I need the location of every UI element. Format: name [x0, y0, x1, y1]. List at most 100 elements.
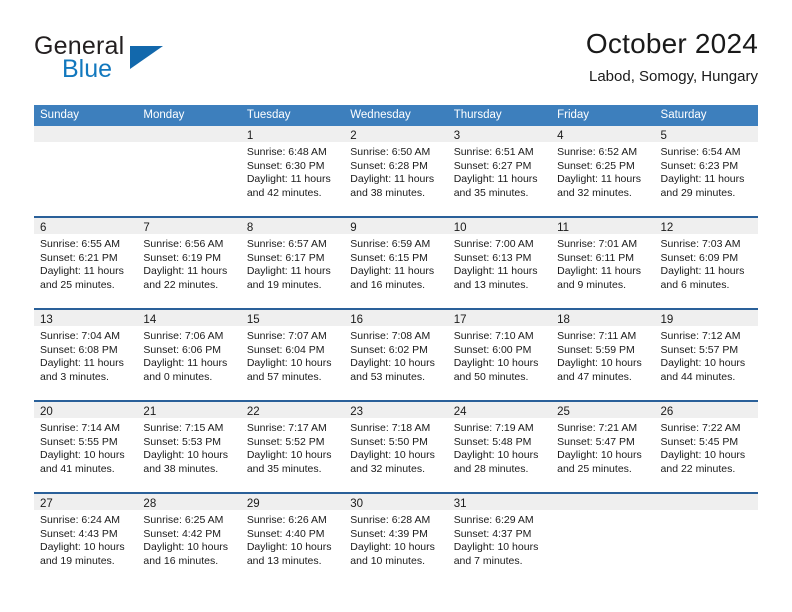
daylight-text-line2: and 9 minutes. — [557, 278, 626, 291]
day-number: 23 — [350, 406, 364, 418]
day-details: Sunrise: 7:08 AM Sunset: 6:02 PM Daylight:… — [344, 326, 447, 384]
daylight-text-line1: Daylight: 10 hours — [350, 449, 435, 461]
day-number-band: 4 — [551, 126, 655, 142]
calendar-day-cell[interactable]: 10 Sunrise: 7:00 AM Sunset: 6:13 PM Dayligh… — [447, 218, 552, 308]
calendar-day-cell[interactable]: 3 Sunrise: 6:51 AM Sunset: 6:27 PM Daylight… — [447, 126, 552, 216]
calendar-day-cell[interactable]: 31 Sunrise: 6:29 AM Sunset: 4:37 PM Dayligh… — [447, 494, 552, 584]
day-details: Sunrise: 6:50 AM Sunset: 6:28 PM Daylight:… — [344, 142, 447, 200]
day-number-band: 22 — [240, 402, 345, 418]
daylight-text-line2: and 16 minutes. — [350, 278, 425, 291]
daylight-text-line2: and 35 minutes. — [453, 186, 529, 199]
daylight-text-line2: and 6 minutes. — [660, 278, 730, 291]
calendar-day-cell[interactable]: 2 Sunrise: 6:50 AM Sunset: 6:28 PM Daylight… — [344, 126, 448, 216]
calendar-day-cell[interactable]: 17 Sunrise: 7:10 AM Sunset: 6:00 PM Dayligh… — [447, 310, 552, 400]
calendar-day-cell[interactable]: 28 Sunrise: 6:25 AM Sunset: 4:42 PM Dayligh… — [137, 494, 241, 584]
day-number-band: 23 — [344, 402, 448, 418]
day-number-band: 7 — [137, 218, 241, 234]
daylight-text-line1: Daylight: 11 hours — [350, 265, 435, 277]
daylight-text-line1: Daylight: 10 hours — [557, 449, 642, 461]
calendar-day-cell[interactable]: 11 Sunrise: 7:01 AM Sunset: 6:11 PM Dayligh… — [551, 218, 655, 308]
daylight-text-line2: and 32 minutes. — [557, 186, 632, 199]
calendar-day-cell[interactable]: 8 Sunrise: 6:57 AM Sunset: 6:17 PM Daylight… — [240, 218, 345, 308]
sunset-text: Sunset: 6:30 PM — [246, 159, 325, 172]
calendar-day-cell[interactable]: 1 Sunrise: 6:48 AM Sunset: 6:30 PM Daylight… — [240, 126, 345, 216]
daylight-text-line2: and 29 minutes. — [660, 186, 736, 199]
daylight-text-line2: and 25 minutes. — [40, 278, 115, 291]
sunset-text: Sunset: 6:27 PM — [453, 159, 532, 172]
day-details: Sunrise: 6:26 AM Sunset: 4:40 PM Daylight:… — [241, 510, 344, 568]
weekday-header-row: Sunday Monday Tuesday Wednesday Thursday… — [34, 105, 758, 126]
day-number-band: 24 — [447, 402, 552, 418]
daylight-text-line1: Daylight: 10 hours — [143, 449, 229, 461]
daylight-text-line1: Daylight: 10 hours — [246, 357, 332, 369]
day-number: 30 — [350, 498, 364, 510]
day-number: 19 — [660, 314, 674, 326]
general-blue-logo[interactable]: General Blue — [34, 34, 204, 94]
calendar-day-cell[interactable]: 18 Sunrise: 7:11 AM Sunset: 5:59 PM Dayligh… — [551, 310, 655, 400]
calendar-day-cell[interactable]: 21 Sunrise: 7:15 AM Sunset: 5:53 PM Dayligh… — [137, 402, 241, 492]
daylight-text-line2: and 25 minutes. — [557, 462, 632, 475]
calendar-day-cell[interactable]: 12 Sunrise: 7:03 AM Sunset: 6:09 PM Dayligh… — [654, 218, 758, 308]
calendar-day-cell[interactable]: 20 Sunrise: 7:14 AM Sunset: 5:55 PM Dayligh… — [34, 402, 138, 492]
sunrise-text: Sunrise: 7:07 AM — [246, 330, 327, 342]
sunrise-text: Sunrise: 7:15 AM — [143, 422, 224, 434]
calendar-day-cell[interactable]: 29 Sunrise: 6:26 AM Sunset: 4:40 PM Dayligh… — [240, 494, 345, 584]
weekday-monday: Monday — [143, 109, 185, 121]
daylight-text-line1: Daylight: 11 hours — [40, 357, 124, 369]
sunrise-text: Sunrise: 7:11 AM — [557, 330, 637, 342]
daylight-text-line1: Daylight: 10 hours — [453, 449, 539, 461]
sunrise-text: Sunrise: 7:03 AM — [660, 238, 741, 250]
sunrise-text: Sunrise: 7:10 AM — [453, 330, 534, 342]
daylight-text-line2: and 38 minutes. — [350, 186, 425, 199]
calendar-day-cell[interactable]: 14 Sunrise: 7:06 AM Sunset: 6:06 PM Dayligh… — [137, 310, 241, 400]
sunrise-text: Sunrise: 7:14 AM — [40, 422, 120, 434]
calendar-day-cell[interactable]: 24 Sunrise: 7:19 AM Sunset: 5:48 PM Dayligh… — [447, 402, 552, 492]
calendar-day-cell[interactable]: 4 Sunrise: 6:52 AM Sunset: 6:25 PM Daylight… — [551, 126, 655, 216]
sunrise-text: Sunrise: 6:28 AM — [350, 514, 431, 526]
calendar-day-cell[interactable]: 9 Sunrise: 6:59 AM Sunset: 6:15 PM Daylight… — [344, 218, 448, 308]
calendar-day-cell[interactable]: 26 Sunrise: 7:22 AM Sunset: 5:45 PM Dayligh… — [654, 402, 758, 492]
day-number-band: 19 — [654, 310, 758, 326]
sunrise-text: Sunrise: 6:54 AM — [660, 146, 741, 158]
calendar-day-cell[interactable]: 5 Sunrise: 6:54 AM Sunset: 6:23 PM Daylight… — [654, 126, 758, 216]
daylight-text-line2: and 53 minutes. — [350, 370, 425, 383]
sunset-text: Sunset: 6:09 PM — [660, 251, 739, 264]
sunrise-text: Sunrise: 6:56 AM — [143, 238, 224, 250]
day-number: 28 — [143, 498, 157, 510]
sunrise-text: Sunrise: 7:00 AM — [453, 238, 534, 250]
sunset-text: Sunset: 5:50 PM — [350, 435, 428, 448]
day-details: Sunrise: 7:11 AM Sunset: 5:59 PM Daylight:… — [551, 326, 654, 384]
day-number: 20 — [40, 406, 53, 418]
calendar-day-cell[interactable]: 19 Sunrise: 7:12 AM Sunset: 5:57 PM Dayligh… — [654, 310, 758, 400]
daylight-text-line1: Daylight: 10 hours — [453, 357, 539, 369]
title-block: October 2024 Labod, Somogy, Hungary — [586, 28, 758, 85]
calendar-day-cell[interactable]: 16 Sunrise: 7:08 AM Sunset: 6:02 PM Dayligh… — [344, 310, 448, 400]
day-number: 1 — [246, 130, 254, 142]
day-details: Sunrise: 7:06 AM Sunset: 6:06 PM Daylight:… — [137, 326, 240, 384]
calendar-day-cell[interactable]: 27 Sunrise: 6:24 AM Sunset: 4:43 PM Dayligh… — [34, 494, 138, 584]
calendar-day-cell[interactable]: 13 Sunrise: 7:04 AM Sunset: 6:08 PM Dayligh… — [34, 310, 138, 400]
calendar-day-cell[interactable]: 22 Sunrise: 7:17 AM Sunset: 5:52 PM Dayligh… — [240, 402, 345, 492]
calendar-day-cell[interactable]: 30 Sunrise: 6:28 AM Sunset: 4:39 PM Dayligh… — [344, 494, 448, 584]
calendar-day-cell[interactable]: 15 Sunrise: 7:07 AM Sunset: 6:04 PM Dayligh… — [240, 310, 345, 400]
calendar-day-cell-empty — [654, 494, 758, 584]
page-title: October 2024 — [585, 28, 758, 59]
sunset-text: Sunset: 6:19 PM — [143, 251, 222, 264]
day-details: Sunrise: 7:22 AM Sunset: 5:45 PM Daylight:… — [655, 418, 758, 476]
daylight-text-line1: Daylight: 11 hours — [453, 265, 538, 277]
sunrise-text: Sunrise: 7:22 AM — [660, 422, 741, 434]
sunset-text: Sunset: 6:25 PM — [557, 159, 635, 172]
calendar-day-cell[interactable]: 7 Sunrise: 6:56 AM Sunset: 6:19 PM Daylight… — [137, 218, 241, 308]
day-number-band: 27 — [34, 494, 138, 510]
day-details: Sunrise: 6:57 AM Sunset: 6:17 PM Daylight:… — [241, 234, 344, 292]
daylight-text-line1: Daylight: 11 hours — [453, 173, 538, 185]
calendar-day-cell[interactable]: 23 Sunrise: 7:18 AM Sunset: 5:50 PM Dayligh… — [344, 402, 448, 492]
calendar-day-cell[interactable]: 25 Sunrise: 7:21 AM Sunset: 5:47 PM Dayligh… — [551, 402, 655, 492]
sunset-text: Sunset: 4:43 PM — [40, 527, 118, 540]
calendar-week-row: 1 Sunrise: 6:48 AM Sunset: 6:30 PM Daylight… — [34, 126, 758, 216]
daylight-text-line2: and 19 minutes. — [246, 278, 322, 291]
calendar-grid: Sunday Monday Tuesday Wednesday Thursday… — [34, 105, 758, 584]
day-number-band: 17 — [447, 310, 552, 326]
daylight-text-line2: and 19 minutes. — [40, 554, 115, 567]
calendar-day-cell[interactable]: 6 Sunrise: 6:55 AM Sunset: 6:21 PM Daylight… — [34, 218, 138, 308]
